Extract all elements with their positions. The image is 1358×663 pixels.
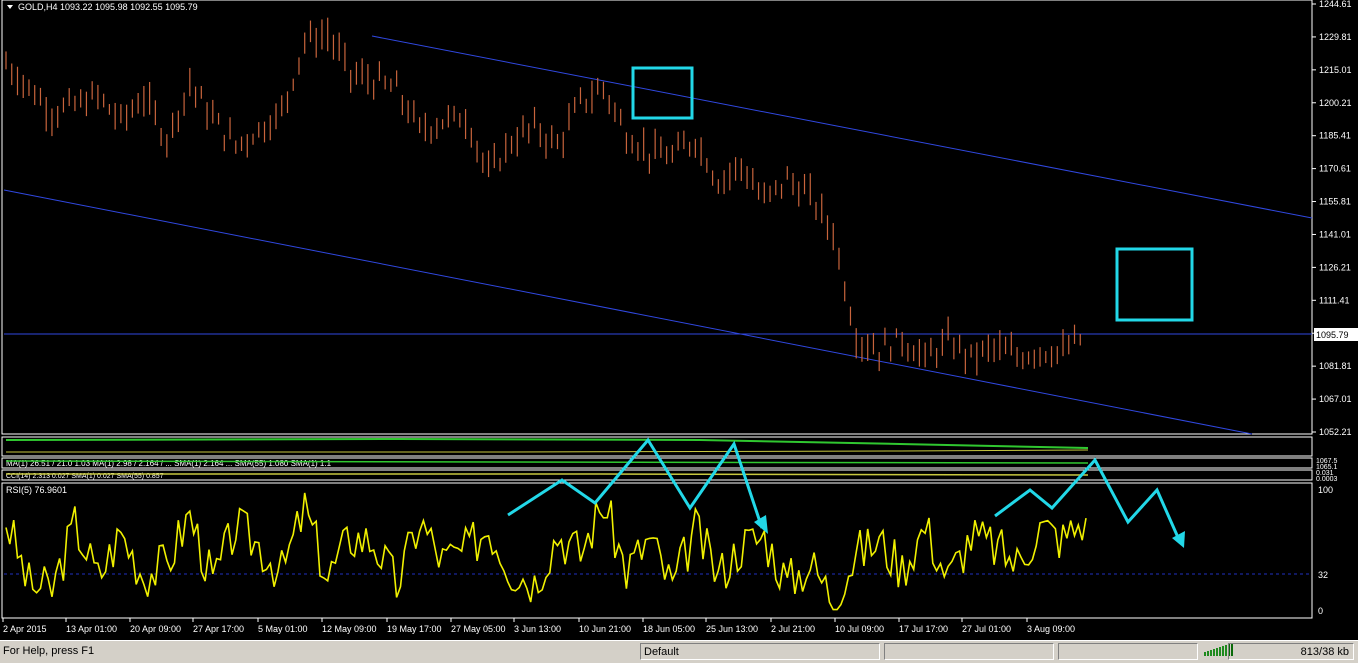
time-axis-label: 13 Apr 01:00 — [66, 624, 117, 634]
time-axis-label: 2 Apr 2015 — [3, 624, 47, 634]
time-axis-label: 3 Jun 13:00 — [514, 624, 561, 634]
price-axis-label: 1081.81 — [1319, 361, 1352, 371]
time-axis-label: 17 Jul 17:00 — [899, 624, 948, 634]
price-axis-label: 1126.21 — [1319, 262, 1351, 272]
time-axis-label: 25 Jun 13:00 — [706, 624, 758, 634]
rsi-header: RSI(5) 76.9601 — [6, 485, 67, 495]
time-axis-label: 2 Jul 21:00 — [771, 624, 815, 634]
current-price-marker: 1095.79 — [1314, 328, 1358, 341]
price-axis-label: 1170.61 — [1319, 164, 1351, 174]
price-axis: 1244.61 1229.81 1215.01 1200.21 1185.41 1170.… — [1312, 0, 1352, 437]
rsi-axis-32: 32 — [1318, 570, 1328, 580]
time-axis: 2 Apr 2015 13 Apr 01:00 20 Apr 09:00 27 Apr… — [2, 618, 1075, 634]
price-pane[interactable] — [1, 0, 1313, 435]
price-axis-label: 1229.81 — [1319, 32, 1352, 42]
symbol-header: GOLD,H4 1093.22 1095.98 1092.55 1095.79 — [18, 2, 198, 12]
price-axis-label: 1200.21 — [1319, 98, 1352, 108]
price-axis-label: 1244.61 — [1319, 0, 1352, 9]
rsi-axis-100: 100 — [1318, 485, 1333, 495]
price-axis-label: 1141.01 — [1319, 229, 1351, 239]
time-axis-label: 20 Apr 09:00 — [130, 624, 181, 634]
time-axis-label: 27 Apr 17:00 — [193, 624, 244, 634]
price-axis-label: 1155.81 — [1319, 197, 1351, 207]
time-axis-label: 19 May 17:00 — [387, 624, 442, 634]
indicator-value-4: 0.0003 — [1316, 476, 1338, 483]
price-axis-label: 1052.21 — [1319, 427, 1352, 437]
price-axis-label: 1067.01 — [1319, 394, 1352, 404]
status-bar: For Help, press F1 Default 813/38 kb — [0, 640, 1358, 663]
time-axis-label: 10 Jul 09:00 — [835, 624, 884, 634]
time-axis-label: 18 Jun 05:00 — [643, 624, 695, 634]
price-axis-label: 1215.01 — [1319, 65, 1352, 75]
time-axis-label: 5 May 01:00 — [258, 624, 308, 634]
profile-status[interactable]: Default — [640, 643, 880, 660]
time-axis-label: 12 May 09:00 — [322, 624, 377, 634]
rsi-axis-0: 0 — [1318, 606, 1323, 616]
time-axis-label: 27 Jul 01:00 — [962, 624, 1011, 634]
ma-pane-3[interactable] — [1, 469, 1313, 481]
empty-status-1 — [884, 643, 1054, 660]
price-axis-label: 1111.41 — [1319, 295, 1350, 305]
current-price-label: 1095.79 — [1316, 330, 1349, 340]
trading-chart[interactable]: 1244.61 1229.81 1215.01 1200.21 1185.41 1170.… — [0, 0, 1358, 640]
time-axis-label: 10 Jun 21:00 — [579, 624, 631, 634]
time-axis-label: 3 Aug 09:00 — [1027, 624, 1075, 634]
price-axis-label: 1185.41 — [1319, 131, 1351, 141]
empty-status-2 — [1058, 643, 1198, 660]
rsi-pane[interactable] — [1, 482, 1313, 619]
traffic-status: 813/38 kb — [1228, 643, 1354, 660]
time-axis-label: 27 May 05:00 — [451, 624, 506, 634]
help-status: For Help, press F1 — [3, 645, 95, 657]
